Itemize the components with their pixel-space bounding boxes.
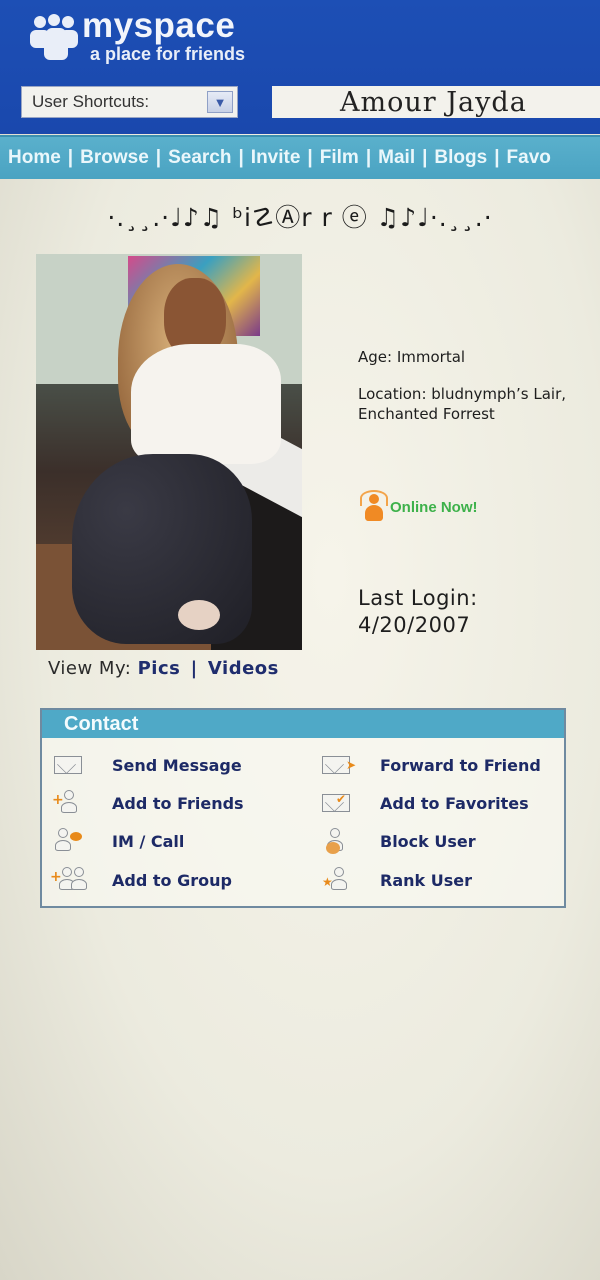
nav-film[interactable]: Film — [320, 147, 359, 169]
add-to-favorites-button[interactable]: ✔ Add to Favorites — [320, 790, 529, 816]
nav-favorites[interactable]: Favo — [507, 147, 551, 169]
nav-separator: | — [67, 147, 74, 168]
nav-home[interactable]: Home — [8, 147, 61, 169]
online-status-text: Online Now! — [390, 498, 478, 516]
user-shortcuts-label: User Shortcuts: — [32, 92, 150, 111]
nav-separator: | — [494, 147, 500, 168]
nav-blogs[interactable]: Blogs — [434, 147, 487, 169]
add-friend-icon: + — [52, 790, 86, 816]
add-to-group-label: Add to Group — [112, 870, 232, 890]
online-now-badge: Online Now! — [358, 490, 478, 524]
online-status-icon — [358, 490, 390, 524]
add-to-friends-button[interactable]: + Add to Friends — [52, 790, 244, 816]
site-header: myspace a place for friends User Shortcu… — [0, 0, 600, 134]
block-user-label: Block User — [380, 831, 476, 851]
myspace-logo[interactable]: myspace a place for friends — [30, 6, 260, 68]
pics-link[interactable]: Pics — [138, 658, 181, 679]
profile-photo[interactable] — [36, 254, 302, 650]
contact-panel: Contact Send Message + Add to Friends IM… — [40, 708, 566, 908]
nav-invite[interactable]: Invite — [251, 147, 301, 169]
last-login-label: Last Login: — [358, 586, 478, 610]
contact-title: Contact — [42, 710, 564, 738]
user-shortcuts-select[interactable]: User Shortcuts: ▼ — [21, 86, 238, 118]
nav-separator: | — [155, 147, 162, 168]
profile-name-display: Amour Jayda — [272, 86, 600, 118]
send-message-button[interactable]: Send Message — [52, 752, 242, 778]
block-user-button[interactable]: Block User — [320, 828, 476, 854]
profile-headline: ·.¸¸.·♩♪♫ ᵇi☡Ⓐr r ⓔ ♫♪♩·.¸¸.· — [107, 203, 493, 232]
forward-to-friend-button[interactable]: ➤ Forward to Friend — [320, 752, 541, 778]
people-logo-icon — [30, 12, 80, 62]
view-my-separator: | — [190, 658, 198, 679]
nav-separator: | — [422, 147, 428, 168]
nav-separator: | — [365, 147, 372, 168]
view-my-links: View My: Pics | Videos — [48, 658, 279, 679]
forward-to-friend-label: Forward to Friend — [380, 755, 541, 775]
im-call-button[interactable]: IM / Call — [52, 828, 184, 854]
nav-separator: | — [307, 147, 313, 168]
forward-envelope-icon: ➤ — [320, 752, 356, 778]
im-call-label: IM / Call — [112, 831, 185, 851]
send-message-label: Send Message — [112, 755, 242, 775]
add-to-favorites-label: Add to Favorites — [380, 793, 529, 813]
profile-location: Location: bludnymph’s Lair, Enchanted Fo… — [358, 385, 567, 423]
logo-tagline: a place for friends — [90, 44, 246, 64]
nav-mail[interactable]: Mail — [378, 147, 415, 169]
add-to-friends-label: Add to Friends — [112, 793, 244, 813]
chevron-down-icon[interactable]: ▼ — [207, 91, 233, 113]
view-my-label: View My: — [48, 658, 132, 679]
envelope-icon — [52, 752, 86, 778]
add-group-icon: + — [50, 867, 87, 893]
logo-wordmark: myspace — [82, 6, 236, 45]
nav-separator: | — [238, 147, 244, 168]
add-to-group-button[interactable]: + Add to Group — [50, 867, 232, 893]
last-login-date: 4/20/2007 — [358, 613, 471, 637]
rank-user-label: Rank User — [380, 870, 472, 890]
add-favorite-icon: ✔ — [320, 790, 354, 816]
profile-age: Age: Immortal — [358, 348, 466, 366]
rank-user-button[interactable]: ★ Rank User — [320, 867, 472, 893]
last-login: Last Login: 4/20/2007 — [358, 585, 478, 639]
nav-search[interactable]: Search — [168, 147, 231, 169]
videos-link[interactable]: Videos — [208, 658, 279, 679]
im-call-icon — [52, 828, 86, 854]
main-nav: Home | Browse | Search | Invite | Film |… — [0, 135, 600, 179]
block-user-icon — [320, 828, 354, 854]
nav-browse[interactable]: Browse — [80, 147, 149, 169]
rank-user-icon: ★ — [320, 867, 354, 893]
